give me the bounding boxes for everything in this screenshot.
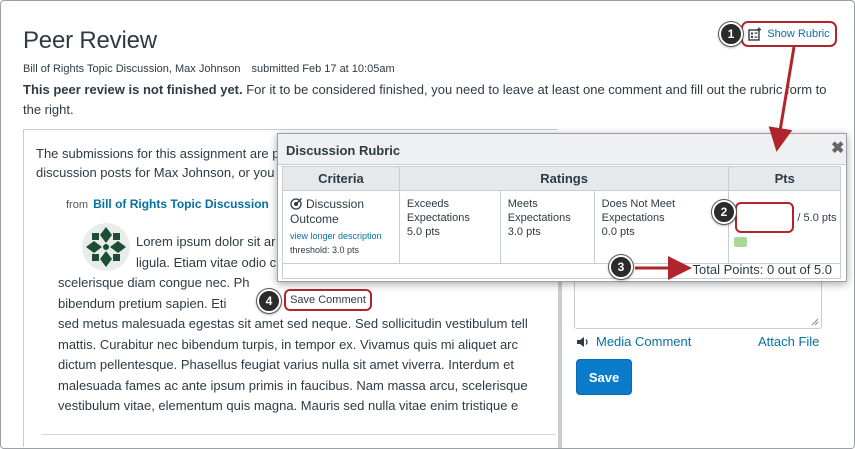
- rating-name: Expectations: [507, 212, 571, 224]
- speaker-icon: [577, 336, 588, 347]
- divider: [41, 434, 556, 435]
- rating-name: Meets: [507, 198, 538, 210]
- criterion-name-1: Discussion: [306, 197, 365, 211]
- callout-4: 4: [257, 289, 281, 313]
- rubric-dialog-header: Discussion Rubric ✖: [278, 134, 846, 165]
- comment-bubble-icon[interactable]: [734, 237, 748, 247]
- post-line: mattis. Curabitur nec bibendum turpis, i…: [58, 336, 519, 352]
- view-description-link[interactable]: view longer description: [290, 229, 392, 243]
- threshold-text: threshold: 3.0 pts: [290, 245, 360, 255]
- total-points-row: Total Points: 0 out of 5.0: [282, 257, 841, 279]
- close-icon[interactable]: ✖: [831, 138, 844, 158]
- media-comment-label: Media Comment: [596, 334, 692, 349]
- callout-2: 2: [712, 200, 736, 224]
- pts-header: Pts: [728, 166, 841, 191]
- post-line: malesuada fames ac ante ipsum primis in …: [58, 377, 528, 393]
- rubric-title: Discussion Rubric: [286, 143, 401, 158]
- callout-3: 3: [609, 255, 633, 279]
- rating-points: 0.0 pts: [601, 226, 635, 238]
- show-rubric-label: Show Rubric: [767, 28, 830, 40]
- assignment-meta: Bill of Rights Topic Discussion, Max Joh…: [23, 63, 395, 75]
- comment-panel: Media Comment Attach File Save: [558, 271, 854, 448]
- rating-points: 5.0 pts: [406, 226, 440, 238]
- rating-name: Exceeds: [406, 198, 450, 210]
- points-possible: / 5.0 pts: [797, 212, 837, 224]
- peer-review-notice: This peer review is not finished yet. Fo…: [23, 80, 833, 120]
- assignment-name: Bill of Rights Topic Discussion, Max Joh…: [23, 63, 241, 75]
- ratings-header: Ratings: [398, 166, 730, 191]
- points-cell: / 5.0 pts: [728, 190, 841, 264]
- outcome-target-icon: [290, 198, 302, 210]
- criterion-cell: Discussion Outcome view longer descripti…: [282, 190, 400, 264]
- save-button[interactable]: Save: [576, 359, 632, 395]
- rating-cell[interactable]: Exceeds Expectations 5.0 pts: [398, 190, 501, 264]
- criteria-header: Criteria: [282, 166, 400, 191]
- rubric-icon: [748, 27, 762, 41]
- page-frame: Peer Review Bill of Rights Topic Discuss…: [0, 0, 855, 449]
- post-line: vestibulum vitae, elementum quis magna. …: [58, 398, 519, 413]
- media-comment-link[interactable]: Media Comment: [576, 334, 691, 349]
- discussion-link[interactable]: Bill of Rights Topic Discussion: [93, 197, 269, 211]
- from-label: from: [66, 199, 88, 211]
- callout-1: 1: [719, 22, 743, 46]
- points-input[interactable]: [735, 202, 795, 233]
- rating-cell[interactable]: Meets Expectations 3.0 pts: [499, 190, 595, 264]
- rating-name: Expectations: [406, 212, 470, 224]
- resize-handle-icon[interactable]: [811, 318, 819, 326]
- rubric-header-row: Criteria Ratings Pts: [282, 166, 841, 191]
- discussion-source: from Bill of Rights Topic Discussion: [66, 197, 269, 211]
- criterion-name-2: Outcome: [290, 212, 339, 226]
- post-line: sed metus malesuada egestas sit amet sed…: [58, 316, 528, 331]
- rating-name: Does Not Meet: [601, 198, 676, 210]
- rubric-dialog: Discussion Rubric ✖ Criteria Ratings Pts: [277, 133, 847, 282]
- submitted-time: submitted Feb 17 at 10:05am: [251, 63, 395, 75]
- total-points: Total Points: 0 out of 5.0: [692, 262, 832, 277]
- rating-cell[interactable]: Does Not Meet Expectations 0.0 pts: [593, 190, 730, 264]
- notice-bold: This peer review is not finished yet.: [23, 82, 243, 97]
- attach-file-link[interactable]: Attach File: [758, 334, 819, 349]
- rubric-row: Discussion Outcome view longer descripti…: [282, 190, 841, 264]
- show-rubric-button[interactable]: Show Rubric: [741, 21, 837, 47]
- rating-name: Expectations: [601, 212, 665, 224]
- save-comment-button[interactable]: Save Comment: [284, 289, 372, 311]
- page-title: Peer Review: [23, 27, 157, 54]
- post-line: dictum pellentesque. Phasellus feugiat v…: [58, 357, 514, 372]
- rating-points: 3.0 pts: [507, 226, 541, 238]
- rubric-table: Criteria Ratings Pts Discussion Outcome …: [282, 166, 841, 264]
